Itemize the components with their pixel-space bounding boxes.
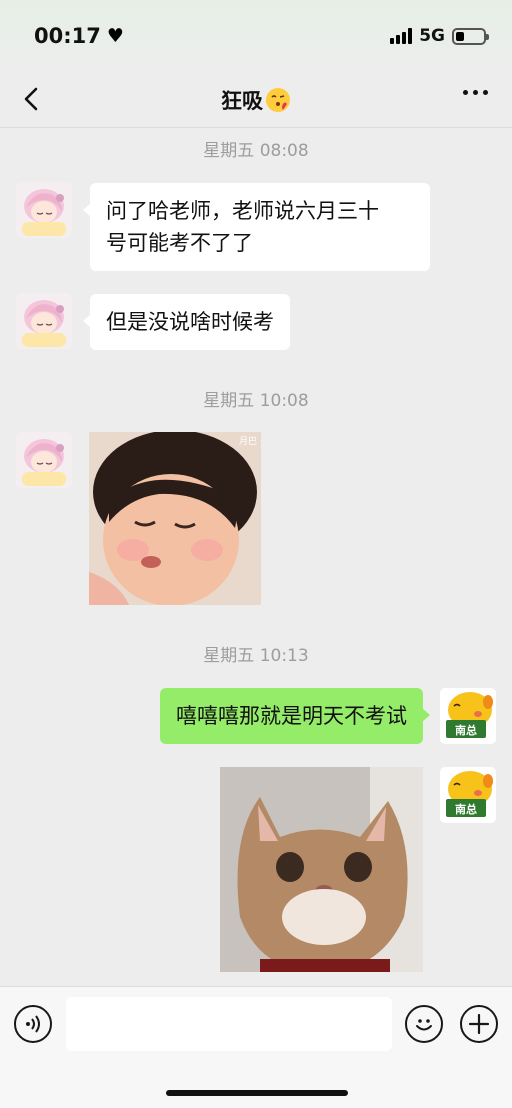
voice-icon bbox=[26, 1015, 40, 1033]
emoji-icon bbox=[416, 1019, 432, 1031]
contact-avatar[interactable] bbox=[16, 293, 72, 349]
message-bubble-incoming[interactable]: 问了哈老师，老师说六月三十 号可能考不了了 bbox=[83, 183, 430, 271]
more-options-button[interactable] bbox=[463, 90, 488, 95]
plus-button[interactable] bbox=[460, 1005, 498, 1043]
avatar-label: 南总 bbox=[455, 803, 477, 816]
chat-header: 狂吸 bbox=[0, 72, 512, 128]
contact-avatar[interactable] bbox=[16, 432, 72, 488]
battery-icon bbox=[452, 27, 489, 45]
timestamp: 星期五 10:13 bbox=[203, 646, 309, 666]
status-indicators: 5G bbox=[390, 26, 489, 46]
baby-sticker-image[interactable]: 月巴 bbox=[89, 432, 261, 605]
message-text: 嘻嘻嘻那就是明天不考试 bbox=[176, 704, 407, 728]
chevron-left-icon bbox=[24, 87, 38, 111]
kissing-face-icon bbox=[266, 87, 290, 112]
plus-icon bbox=[468, 1013, 490, 1035]
status-bar: 00:17 ♥ 5G bbox=[0, 0, 512, 72]
chat-title-group: 狂吸 bbox=[221, 85, 291, 115]
anime-girl-avatar-icon bbox=[16, 293, 72, 349]
home-indicator[interactable] bbox=[166, 1090, 348, 1096]
emoji-button[interactable] bbox=[405, 1005, 443, 1043]
heart-icon: ♥ bbox=[106, 25, 124, 47]
message-line: 问了哈老师，老师说六月三十 bbox=[106, 199, 379, 223]
message-line: 号可能考不了了 bbox=[106, 231, 253, 255]
avatar-label: 南总 bbox=[455, 724, 477, 737]
anime-girl-avatar-icon bbox=[16, 432, 72, 488]
timestamp: 星期五 10:08 bbox=[203, 391, 309, 411]
chat-title: 狂吸 bbox=[221, 88, 263, 113]
self-avatar[interactable]: 南总 bbox=[440, 688, 496, 744]
status-time-group: 00:17 ♥ bbox=[34, 24, 124, 48]
back-button[interactable] bbox=[18, 84, 46, 114]
message-bubble-outgoing[interactable]: 嘻嘻嘻那就是明天不考试 bbox=[160, 688, 430, 744]
contact-avatar[interactable] bbox=[16, 182, 72, 238]
battery-level bbox=[456, 31, 464, 41]
timestamp: 星期五 08:08 bbox=[203, 141, 309, 161]
message-bubble-incoming[interactable]: 但是没说啥时候考 bbox=[83, 294, 290, 350]
self-avatar[interactable]: 南总 bbox=[440, 767, 496, 823]
status-time: 00:17 bbox=[34, 24, 101, 48]
cat-sticker-image[interactable] bbox=[220, 767, 423, 972]
message-text: 但是没说啥时候考 bbox=[106, 310, 274, 334]
voice-button[interactable] bbox=[14, 1005, 52, 1043]
message-input[interactable] bbox=[66, 997, 392, 1051]
signal-icon bbox=[390, 28, 413, 44]
image-watermark: 月巴 bbox=[238, 437, 257, 447]
network-type: 5G bbox=[419, 26, 445, 46]
anime-girl-avatar-icon bbox=[16, 182, 72, 238]
